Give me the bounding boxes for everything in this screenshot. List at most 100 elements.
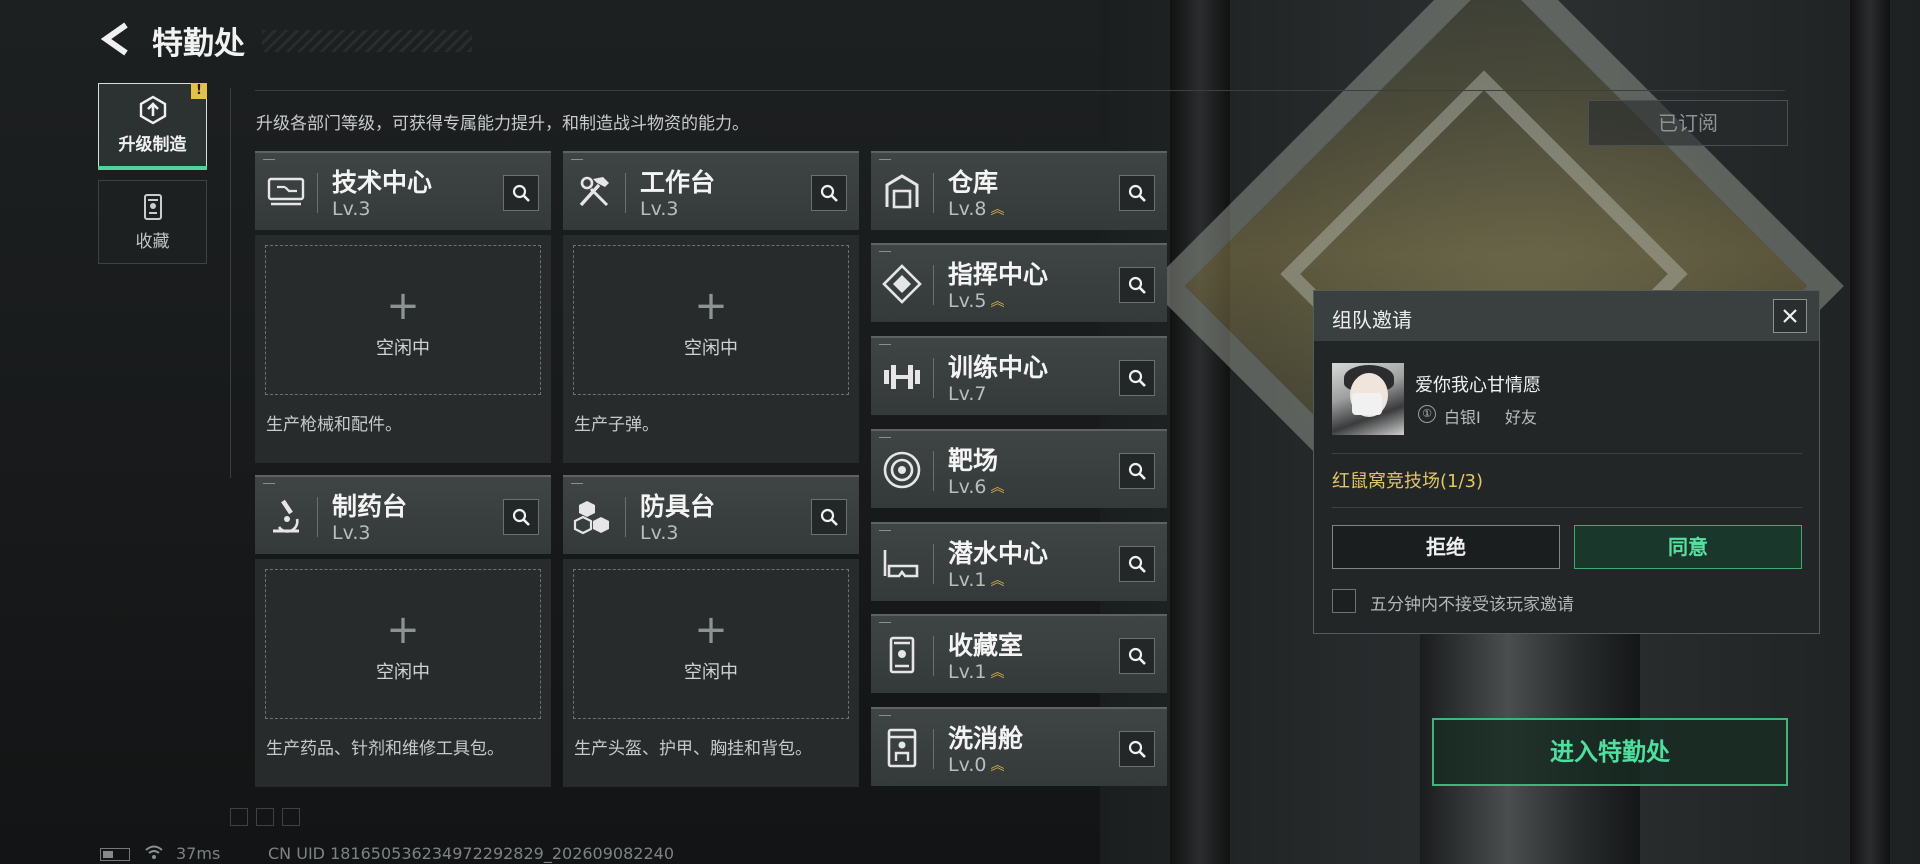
reject-button[interactable]: 拒绝 (1332, 525, 1560, 569)
production-slot[interactable]: + 空闲中 (265, 569, 541, 719)
mute-invites-checkbox[interactable] (1332, 589, 1356, 613)
facility-card-decontamination[interactable]: 洗消舱 Lv.0 ︽ (871, 707, 1167, 786)
facility-level: Lv.7 (948, 383, 986, 405)
facility-card-training-center[interactable]: 训练中心 Lv.7 (871, 336, 1167, 415)
card-corner-mark (879, 251, 891, 252)
workshop-name: 技术中心 (332, 168, 433, 197)
search-button[interactable] (1119, 360, 1155, 396)
workshop-card-armor[interactable]: 防具台 Lv.3 (563, 475, 859, 554)
card-corner-mark (263, 159, 275, 160)
decontamination-pod-icon (887, 728, 917, 768)
search-button[interactable] (503, 175, 539, 211)
workshop-card-tech-center[interactable]: 技术中心 Lv.3 (255, 151, 551, 230)
nav-tab-label: 升级制造 (118, 135, 187, 155)
accept-button[interactable]: 同意 (1574, 525, 1802, 569)
facility-card-collection-room[interactable]: 收藏室 Lv.1 ︽ (871, 614, 1167, 693)
production-slot[interactable]: + 空闲中 (265, 245, 541, 395)
title-decoration (262, 30, 472, 52)
card-separator (933, 636, 934, 676)
facility-card-shooting-range[interactable]: 靶场 Lv.6 ︽ (871, 429, 1167, 508)
facility-name: 靶场 (948, 446, 999, 475)
add-icon: + (694, 283, 728, 329)
battery-icon (100, 848, 130, 861)
facility-name: 潜水中心 (948, 539, 1049, 568)
card-separator (933, 729, 934, 769)
search-button[interactable] (503, 499, 539, 535)
search-button[interactable] (1119, 453, 1155, 489)
warehouse-icon (885, 174, 919, 209)
nav-tab-upgrade-craft[interactable]: 升级制造 ! (98, 83, 207, 170)
level-text: Lv.7 (948, 383, 987, 405)
slot-status: 空闲中 (376, 338, 430, 359)
card-corner-mark (263, 483, 275, 484)
production-slot[interactable]: + 空闲中 (573, 569, 849, 719)
workshop-name: 工作台 (640, 168, 716, 197)
card-corner-mark (879, 622, 891, 623)
background-pillar (1850, 0, 1890, 864)
workshop-slot-panel: + 空闲中 生产头盔、护甲、胸挂和背包。 (563, 559, 859, 787)
workshop-card-workbench[interactable]: 工作台 Lv.3 (563, 151, 859, 230)
facility-level: Lv.6 ︽ (948, 476, 1004, 498)
workshop-name: 防具台 (640, 492, 716, 521)
workshop-level: Lv.3 (640, 522, 679, 544)
upgrade-arrow-icon: ︽ (990, 572, 1005, 589)
search-icon (1128, 740, 1146, 758)
workshop-description: 生产枪械和配件。 (266, 415, 402, 435)
card-separator (933, 358, 934, 398)
ping-text: 37ms (176, 844, 221, 863)
card-corner-mark (879, 715, 891, 716)
production-slot[interactable]: + 空闲中 (573, 245, 849, 395)
search-button[interactable] (811, 499, 847, 535)
upgrade-arrow-icon: ︽ (990, 757, 1005, 774)
level-text: Lv.1 (948, 661, 987, 683)
search-button[interactable] (1119, 175, 1155, 211)
facility-level: Lv.8 ︽ (948, 198, 1004, 220)
facility-level: Lv.0 ︽ (948, 754, 1004, 776)
close-button[interactable] (1773, 299, 1807, 333)
search-icon (820, 508, 838, 526)
search-icon (512, 508, 530, 526)
upgrade-craft-icon (139, 95, 166, 125)
card-corner-mark (571, 483, 583, 484)
card-separator (317, 497, 318, 537)
search-icon (1128, 555, 1146, 573)
wifi-icon (145, 845, 163, 859)
card-separator (933, 544, 934, 584)
card-separator (625, 497, 626, 537)
facility-card-diving-center[interactable]: 潜水中心 Lv.1 ︽ (871, 522, 1167, 601)
card-corner-mark (879, 437, 891, 438)
search-button[interactable] (1119, 638, 1155, 674)
team-invite-dialog: 组队邀请 爱你我心甘情愿 ① 白银I 好友 红鼠窝竞技场(1/3) 拒绝 同意 … (1313, 290, 1820, 634)
subscribed-button[interactable]: 已订阅 (1588, 100, 1788, 146)
card-separator (933, 265, 934, 305)
card-corner-mark (879, 530, 891, 531)
back-arrow-icon[interactable] (100, 22, 134, 56)
nav-tab-collection[interactable]: 收藏 (98, 180, 207, 264)
card-separator (317, 173, 318, 213)
rank-icon: ① (1418, 405, 1436, 423)
card-corner-mark (879, 344, 891, 345)
player-avatar[interactable] (1332, 363, 1404, 435)
search-button[interactable] (811, 175, 847, 211)
facility-card-warehouse[interactable]: 仓库 Lv.8 ︽ (871, 151, 1167, 230)
game-mode-text: 红鼠窝竞技场(1/3) (1332, 471, 1484, 492)
mute-invites-label: 五分钟内不接受该玩家邀请 (1370, 595, 1574, 615)
level-text: Lv.1 (948, 569, 987, 591)
workshop-description: 生产头盔、护甲、胸挂和背包。 (574, 739, 812, 759)
workshop-card-pharmacy[interactable]: 制药台 Lv.3 (255, 475, 551, 554)
upgrade-arrow-icon: ︽ (990, 479, 1005, 496)
command-center-icon (882, 264, 922, 304)
dialog-title: 组队邀请 (1332, 308, 1412, 332)
relation-tag: 好友 (1505, 408, 1538, 427)
search-button[interactable] (1119, 731, 1155, 767)
upgrade-arrow-icon: ︽ (990, 201, 1005, 218)
search-button[interactable] (1119, 546, 1155, 582)
facility-card-command-center[interactable]: 指挥中心 Lv.5 ︽ (871, 243, 1167, 322)
search-icon (512, 184, 530, 202)
enter-special-ops-button[interactable]: 进入特勤处 (1432, 718, 1788, 786)
card-separator (933, 451, 934, 491)
slot-status: 空闲中 (684, 338, 738, 359)
dumbbell-icon (884, 365, 920, 389)
facility-level: Lv.5 ︽ (948, 290, 1004, 312)
search-button[interactable] (1119, 267, 1155, 303)
